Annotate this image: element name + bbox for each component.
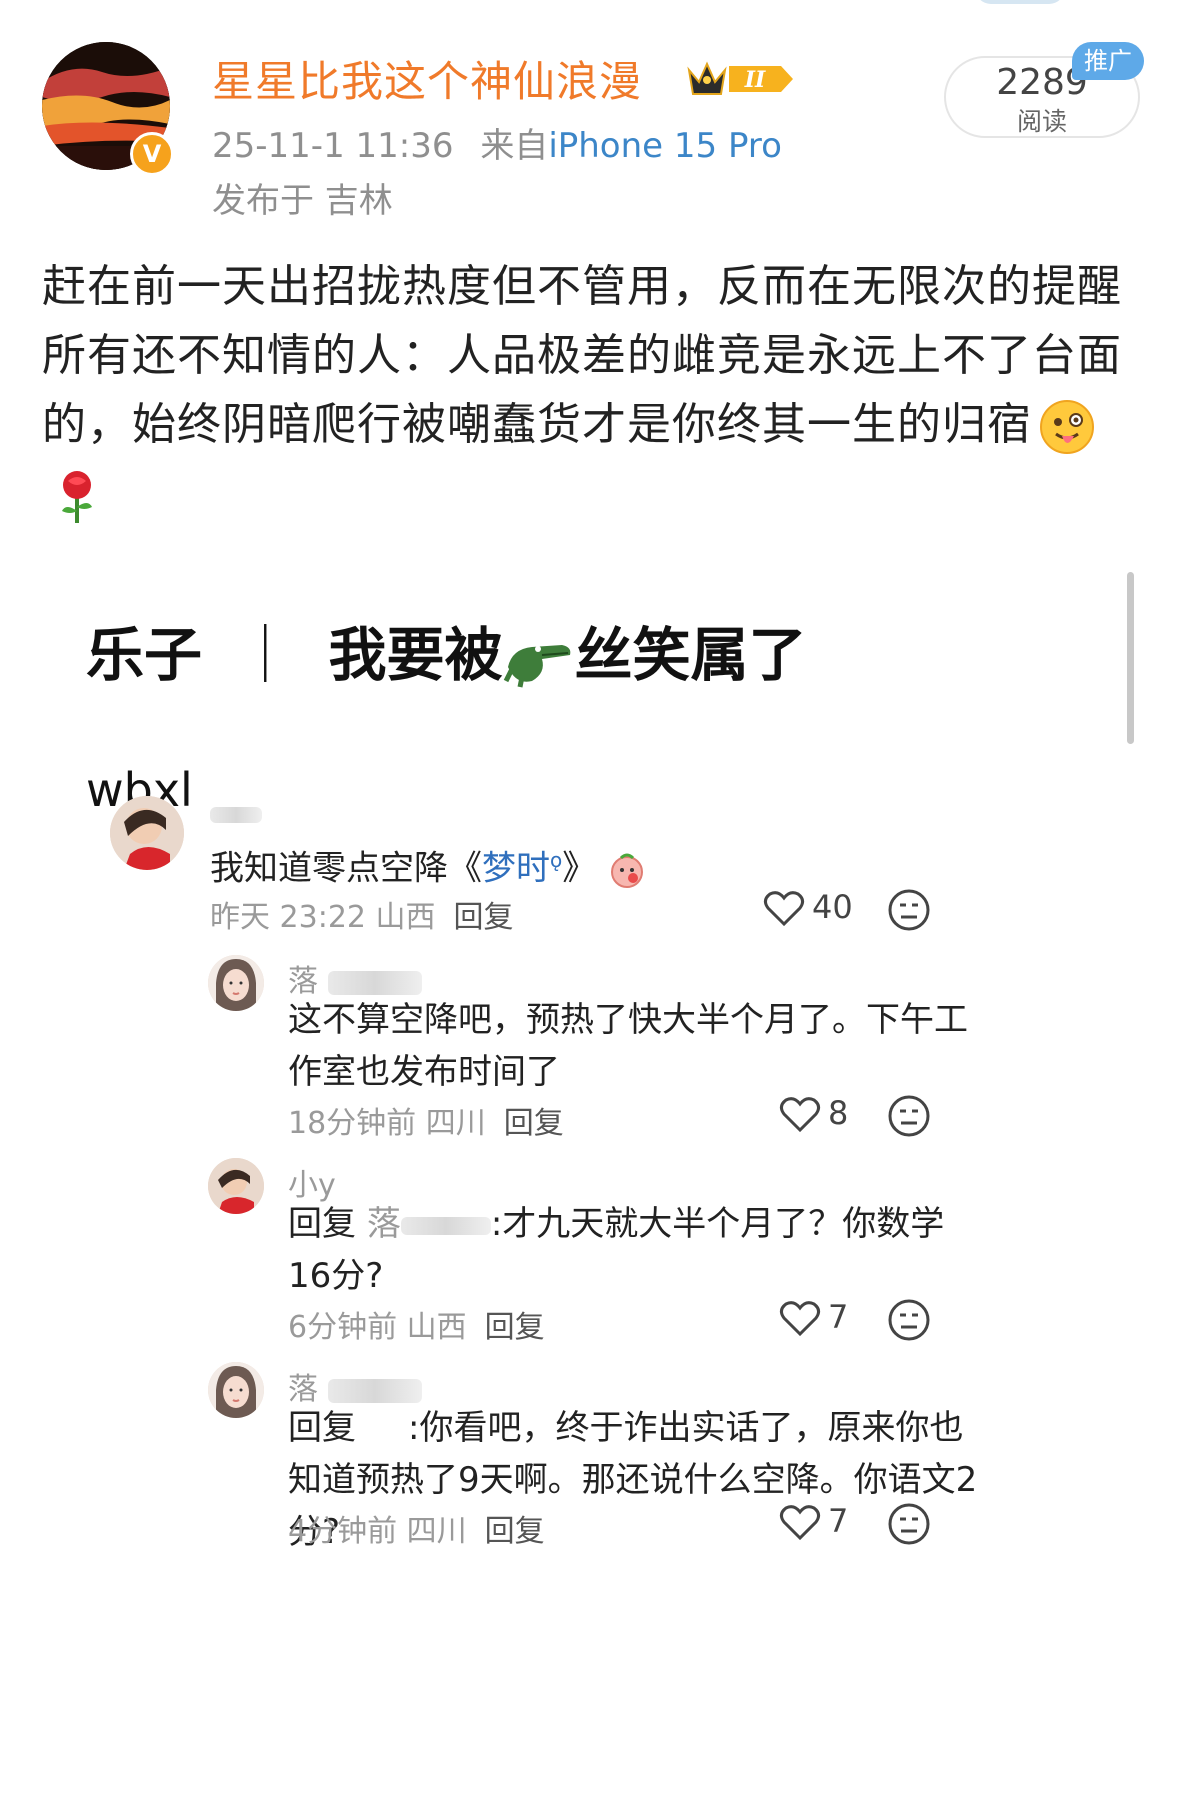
scrollbar[interactable] <box>1127 572 1134 744</box>
reply-to-username[interactable]: 落 <box>367 1204 491 1244</box>
comment-text: 我知道零点空降《梦时ǫ》 <box>210 834 990 894</box>
ad-tag[interactable]: 推广 <box>1072 42 1144 80</box>
peach-emoji-icon <box>611 853 644 888</box>
comment-avatar[interactable] <box>110 796 184 870</box>
comment-avatar[interactable] <box>208 955 264 1011</box>
embedded-screenshot[interactable]: 乐子 ｜ 我要被 丝笑属了 wbxl 我知道零点空降《梦时ǫ》 昨天 23:22… <box>42 560 1132 1797</box>
reply-button[interactable]: 回复 <box>485 1310 545 1345</box>
level-text: II <box>744 67 766 93</box>
title-mid: 我要被 <box>328 621 503 689</box>
like-count: 7 <box>828 1298 849 1336</box>
verified-badge-icon: V <box>130 132 174 176</box>
search-icon: ǫ <box>550 848 563 872</box>
rose-emoji-icon <box>48 467 106 525</box>
comment-avatar[interactable] <box>208 1158 264 1214</box>
title-separator: ｜ <box>236 621 295 689</box>
comment-text: 回复 落:才九天就大半个月了？你数学16分? <box>288 1204 945 1296</box>
comment-avatar[interactable] <box>208 1362 264 1418</box>
title-left: 乐子 <box>86 621 203 689</box>
like-button[interactable]: 7 <box>778 1500 888 1546</box>
heart-icon <box>779 1505 821 1541</box>
like-button[interactable]: 40 <box>762 886 872 932</box>
like-count: 40 <box>812 888 853 926</box>
comment-text: 这不算空降吧，预热了快大半个月了。下午工作室也发布时间了 <box>288 1000 968 1092</box>
post-datetime: 25-11-1 11:36 <box>212 126 454 166</box>
post-meta: 25-11-1 11:36 来自iPhone 15 Pro <box>212 118 782 167</box>
level-crown-icon: II <box>685 58 797 100</box>
like-button[interactable]: 8 <box>778 1092 888 1138</box>
title-right: 丝笑属了 <box>574 621 807 689</box>
expressionless-face-icon[interactable] <box>887 1298 931 1342</box>
expressionless-face-icon[interactable] <box>887 1502 931 1546</box>
like-button[interactable]: 7 <box>778 1296 888 1342</box>
expressionless-face-icon[interactable] <box>887 1094 931 1138</box>
expressionless-face-icon[interactable] <box>887 888 931 932</box>
like-count: 7 <box>828 1502 849 1540</box>
read-label: 阅读 <box>1016 107 1067 136</box>
post-text: 赶在前一天出招拢热度但不管用，反而在无限次的提醒所有还不知情的人：人品极差的雌竞… <box>42 261 1122 450</box>
screenshot-title: 乐子 ｜ 我要被 丝笑属了 <box>86 608 806 692</box>
comment-username[interactable] <box>210 796 262 831</box>
reply-button[interactable]: 回复 <box>485 1514 545 1549</box>
heart-icon <box>779 1301 821 1337</box>
comment-meta: 6分钟前 山西 回复 <box>288 1310 545 1345</box>
comment-meta: 昨天 23:22 山西 回复 <box>210 900 514 935</box>
heart-icon <box>779 1097 821 1133</box>
source-prefix: 来自 <box>480 126 549 166</box>
post-body: 赶在前一天出招拢热度但不管用，反而在无限次的提醒所有还不知情的人：人品极差的雌竞… <box>42 252 1132 528</box>
heart-icon <box>763 891 805 927</box>
tongue-emoji-icon <box>1038 398 1096 456</box>
post-location: 发布于 吉林 <box>212 181 393 221</box>
top-edge-decoration <box>975 0 1065 4</box>
topic-link[interactable]: 梦时 <box>482 848 550 888</box>
comment-meta: 18分钟前 四川 回复 <box>288 1106 564 1141</box>
comment-meta: 4分钟前 四川 回复 <box>288 1514 545 1549</box>
reply-button[interactable]: 回复 <box>454 900 514 935</box>
username[interactable]: 星星比我这个神仙浪漫 <box>212 48 642 109</box>
crocodile-emoji-icon <box>502 629 574 689</box>
like-count: 8 <box>828 1094 849 1132</box>
device-link[interactable]: iPhone 15 Pro <box>548 126 782 166</box>
reply-button[interactable]: 回复 <box>504 1106 564 1141</box>
